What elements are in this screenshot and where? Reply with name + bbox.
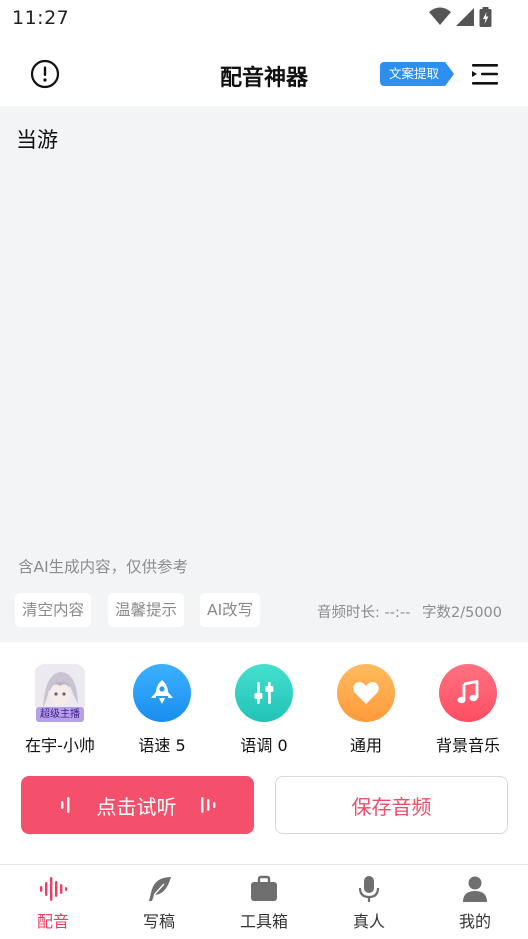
audio-duration: 音频时长: --:-- bbox=[317, 605, 411, 621]
clear-content-button[interactable]: 清空内容 bbox=[15, 593, 92, 627]
word-count: 字数2/5000 bbox=[422, 605, 503, 621]
nav-item-profile[interactable]: 我的 bbox=[430, 875, 520, 932]
soundwave-left-icon bbox=[60, 797, 69, 813]
nav-label: 工具箱 bbox=[239, 912, 288, 931]
microphone-icon bbox=[358, 876, 380, 902]
tips-button[interactable]: 温馨提示 bbox=[108, 593, 185, 627]
nav-label: 配音 bbox=[36, 912, 69, 931]
text-extract-button[interactable]: 文案提取 bbox=[380, 62, 454, 86]
bottom-nav: 配音 写稿 工具箱 真人 我的 bbox=[0, 864, 528, 939]
tone-option[interactable]: 语调 0 bbox=[214, 664, 314, 756]
preview-button[interactable]: 点击试听 bbox=[21, 776, 254, 834]
music-note-icon bbox=[457, 680, 479, 704]
app-header: 配音神器 文案提取 bbox=[0, 40, 528, 106]
preview-label: 点击试听 bbox=[96, 794, 177, 819]
style-circle bbox=[337, 664, 395, 722]
nav-label: 写稿 bbox=[142, 912, 175, 931]
status-icons bbox=[429, 7, 492, 27]
bgm-label: 背景音乐 bbox=[435, 736, 500, 755]
user-icon bbox=[463, 876, 487, 902]
status-time: 11:27 bbox=[12, 7, 70, 29]
ai-rewrite-button[interactable]: AI改写 bbox=[200, 593, 261, 627]
speed-option[interactable]: 语速 5 bbox=[112, 664, 212, 756]
style-label: 通用 bbox=[349, 736, 382, 755]
info-button[interactable] bbox=[30, 59, 60, 89]
soundwave-icon bbox=[40, 877, 67, 901]
status-bar: 11:27 bbox=[0, 0, 528, 36]
menu-button[interactable] bbox=[470, 63, 500, 87]
speed-label: 语速 5 bbox=[138, 736, 186, 755]
editor-content[interactable]: 当游 bbox=[16, 124, 58, 154]
info-icon bbox=[30, 59, 60, 89]
nav-label: 我的 bbox=[458, 912, 491, 931]
save-audio-button[interactable]: 保存音频 bbox=[275, 776, 508, 834]
briefcase-icon bbox=[251, 875, 277, 901]
feather-icon bbox=[149, 877, 171, 901]
nav-item-writing[interactable]: 写稿 bbox=[114, 875, 204, 932]
nav-item-human-voice[interactable]: 真人 bbox=[324, 875, 414, 932]
tone-label: 语调 0 bbox=[240, 736, 288, 755]
wifi-icon bbox=[429, 7, 451, 25]
bgm-circle bbox=[439, 664, 497, 722]
equalizer-icon bbox=[254, 682, 274, 704]
heart-icon bbox=[353, 682, 379, 704]
ai-disclaimer: 含AI生成内容，仅供参考 bbox=[18, 558, 189, 576]
soundwave-right-icon bbox=[200, 797, 215, 813]
nav-item-toolbox[interactable]: 工具箱 bbox=[219, 875, 309, 932]
battery-icon bbox=[479, 7, 492, 27]
signal-icon bbox=[456, 8, 474, 26]
tone-circle bbox=[235, 664, 293, 722]
anchor-badge: 超级主播 bbox=[36, 707, 84, 722]
list-menu-icon bbox=[472, 64, 498, 85]
nav-label: 真人 bbox=[352, 912, 385, 931]
style-option[interactable]: 通用 bbox=[316, 664, 416, 756]
anchor-avatar: 超级主播 bbox=[31, 664, 89, 722]
speed-circle bbox=[133, 664, 191, 722]
text-editor[interactable]: 当游 含AI生成内容，仅供参考 清空内容 温馨提示 AI改写 音频时长: --:… bbox=[0, 106, 528, 642]
nav-item-dubbing[interactable]: 配音 bbox=[8, 875, 98, 932]
voice-anchor-option[interactable]: 超级主播 在宇-小帅 bbox=[10, 664, 110, 756]
anchor-name: 在宇-小帅 bbox=[25, 736, 95, 755]
bgm-option[interactable]: 背景音乐 bbox=[418, 664, 518, 756]
rocket-icon bbox=[151, 680, 173, 704]
